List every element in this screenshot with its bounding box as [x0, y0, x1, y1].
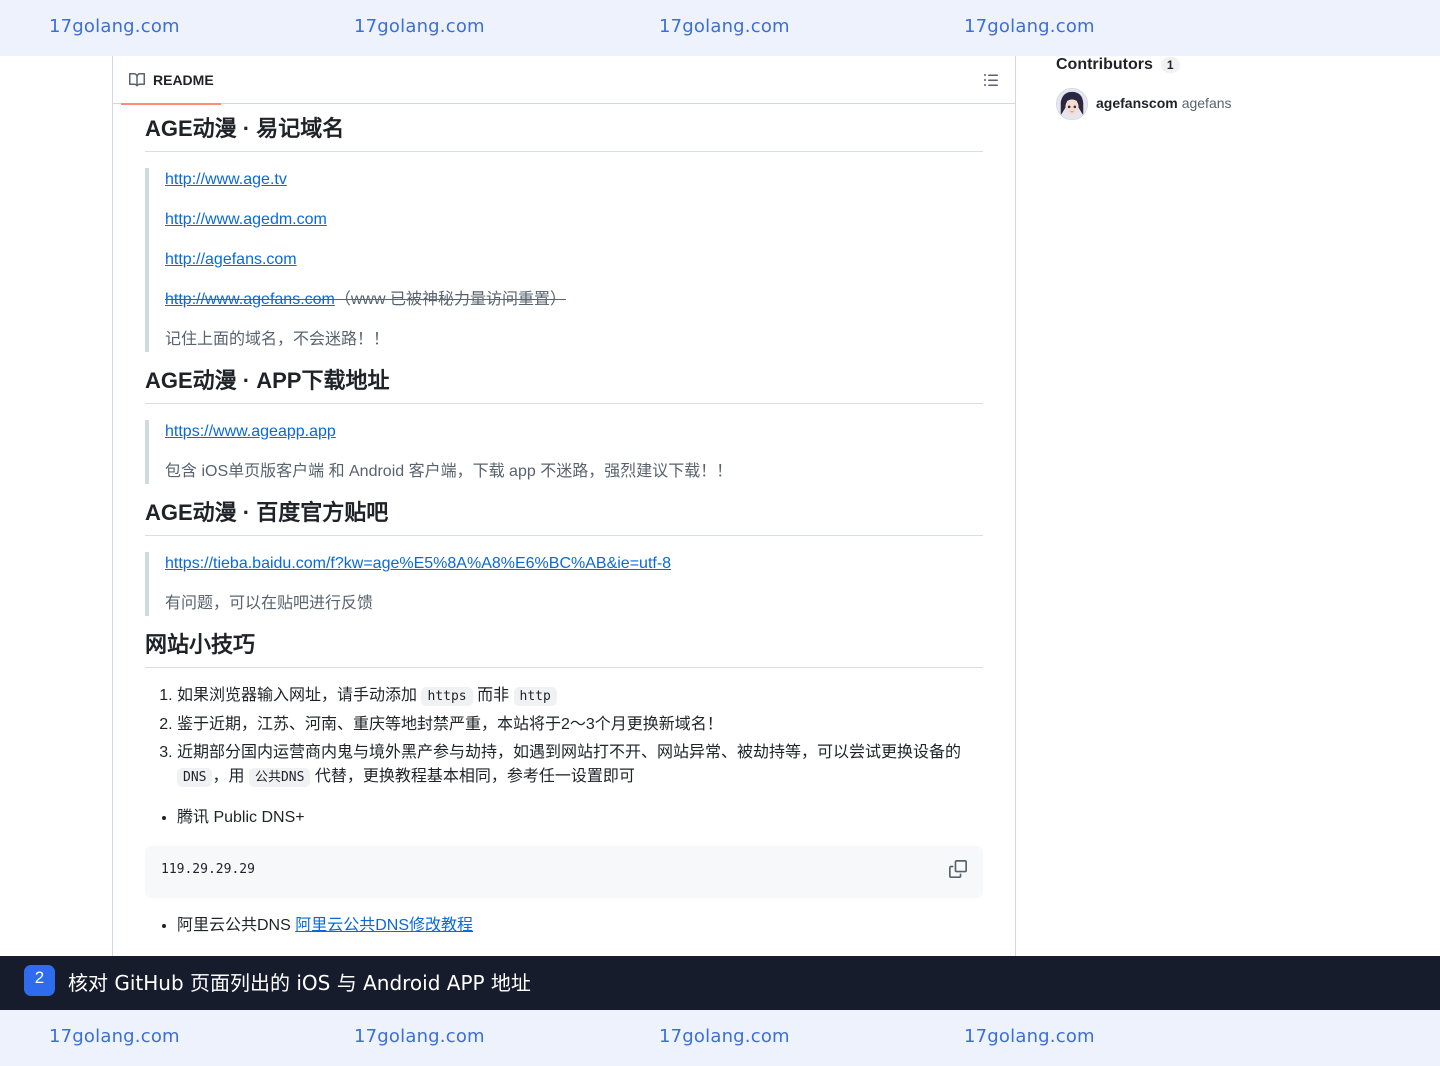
readme-header: README	[113, 56, 1015, 105]
readme-tab[interactable]: README	[121, 56, 221, 105]
section-heading: AGE动漫 · 易记域名	[145, 116, 983, 152]
dns-list: 阿里云公共DNS 阿里云公共DNS修改教程	[145, 914, 983, 938]
contributors-heading[interactable]: Contributors 1	[1056, 56, 1356, 74]
blockquote: https://www.ageapp.app 包含 iOS单页版客户端 和 An…	[145, 420, 983, 484]
watermark-text: 17golang.com	[49, 1026, 180, 1047]
tieba-link[interactable]: https://tieba.baidu.com/f?kw=age%E5%8A%A…	[165, 555, 671, 572]
contributor-login: agefanscom	[1096, 95, 1178, 111]
list-item: 近期部分国内运营商内鬼与境外黑产参与劫持，如遇到网站打不开、网站异常、被劫持等，…	[177, 741, 983, 790]
watermark-text: 17golang.com	[659, 1026, 790, 1047]
contributor-name: agefans	[1181, 95, 1232, 111]
struck-domain-link[interactable]: http://www.agefans.com	[165, 291, 335, 308]
inline-code: https	[421, 687, 473, 706]
list-item: 鉴于近期，江苏、河南、重庆等地封禁严重，本站将于2～3个月更换新域名！	[177, 713, 983, 737]
tip-text: 代替，更换教程基本相同，参考任一设置即可	[314, 768, 635, 785]
blockquote-note: 包含 iOS单页版客户端 和 Android 客户端，下载 app 不迷路，强烈…	[165, 463, 733, 480]
blockquote: http://www.age.tv http://www.agedm.com h…	[145, 168, 983, 352]
sidebar: Contributors 1 agefanscom agefans	[1056, 56, 1356, 120]
readme-tab-label: README	[153, 72, 214, 88]
avatar[interactable]	[1056, 88, 1088, 120]
inline-code: http	[513, 687, 557, 706]
watermark-bar-top: 17golang.com 17golang.com 17golang.com 1…	[0, 0, 1440, 56]
domain-link[interactable]: http://www.age.tv	[165, 171, 287, 188]
dns-list: 腾讯 Public DNS+	[145, 806, 983, 830]
outline-list-icon[interactable]	[983, 72, 999, 88]
watermark-bar-bottom: 17golang.com 17golang.com 17golang.com 1…	[0, 1010, 1440, 1066]
watermark-text: 17golang.com	[354, 16, 485, 37]
contributors-count-badge: 1	[1160, 57, 1180, 73]
section-heading: 网站小技巧	[145, 632, 983, 668]
book-icon	[129, 72, 145, 87]
readme-panel: README AGE动漫 · 易记域名 http://www.age.tv ht…	[112, 56, 1016, 956]
struck-note: （www 已被神秘力量访问重置）	[334, 291, 566, 308]
app-download-link[interactable]: https://www.ageapp.app	[165, 423, 336, 440]
list-item: 如果浏览器输入网址，请手动添加 https 而非 http	[177, 684, 983, 709]
inline-code: DNS	[177, 768, 213, 787]
copy-icon[interactable]	[949, 860, 967, 878]
code-block: 119.29.29.29	[145, 846, 983, 898]
markdown-body: AGE动漫 · 易记域名 http://www.age.tv http://ww…	[145, 116, 983, 954]
blockquote-note: 记住上面的域名，不会迷路！！	[165, 331, 390, 348]
tip-text: ，用	[212, 768, 245, 785]
list-item: 阿里云公共DNS 阿里云公共DNS修改教程	[177, 914, 983, 938]
domain-link[interactable]: http://agefans.com	[165, 251, 297, 268]
contributor-item[interactable]: agefanscom agefans	[1056, 88, 1356, 120]
watermark-text: 17golang.com	[964, 16, 1095, 37]
step-number-badge: 2	[24, 965, 55, 996]
tip-text: 而非	[477, 687, 510, 704]
dns-tutorial-link[interactable]: 阿里云公共DNS修改教程	[295, 917, 473, 934]
watermark-text: 17golang.com	[964, 1026, 1095, 1047]
step-caption-text: 核对 GitHub 页面列出的 iOS 与 Android APP 地址	[68, 971, 531, 995]
watermark-text: 17golang.com	[49, 16, 180, 37]
struck-domain: http://www.agefans.com（www 已被神秘力量访问重置）	[165, 288, 983, 312]
section-heading: AGE动漫 · 百度官方贴吧	[145, 500, 983, 536]
contributors-title: Contributors	[1056, 56, 1153, 73]
watermark-text: 17golang.com	[354, 1026, 485, 1047]
list-item: 腾讯 Public DNS+	[177, 806, 983, 830]
section-heading: AGE动漫 · APP下载地址	[145, 368, 983, 404]
blockquote-note: 有问题，可以在贴吧进行反馈	[165, 595, 374, 612]
dns-item-text: 阿里云公共DNS	[177, 917, 291, 934]
step-caption-bar: 2 核对 GitHub 页面列出的 iOS 与 Android APP 地址	[0, 956, 1440, 1010]
watermark-text: 17golang.com	[659, 16, 790, 37]
tip-text: 如果浏览器输入网址，请手动添加	[177, 687, 418, 704]
blockquote: https://tieba.baidu.com/f?kw=age%E5%8A%A…	[145, 552, 983, 616]
domain-link[interactable]: http://www.agedm.com	[165, 211, 327, 228]
tip-text: 近期部分国内运营商内鬼与境外黑产参与劫持，如遇到网站打不开、网站异常、被劫持等，…	[177, 744, 962, 761]
tips-list: 如果浏览器输入网址，请手动添加 https 而非 http 鉴于近期，江苏、河南…	[145, 684, 983, 790]
code-content: 119.29.29.29	[161, 862, 255, 877]
inline-code: 公共DNS	[248, 768, 311, 787]
